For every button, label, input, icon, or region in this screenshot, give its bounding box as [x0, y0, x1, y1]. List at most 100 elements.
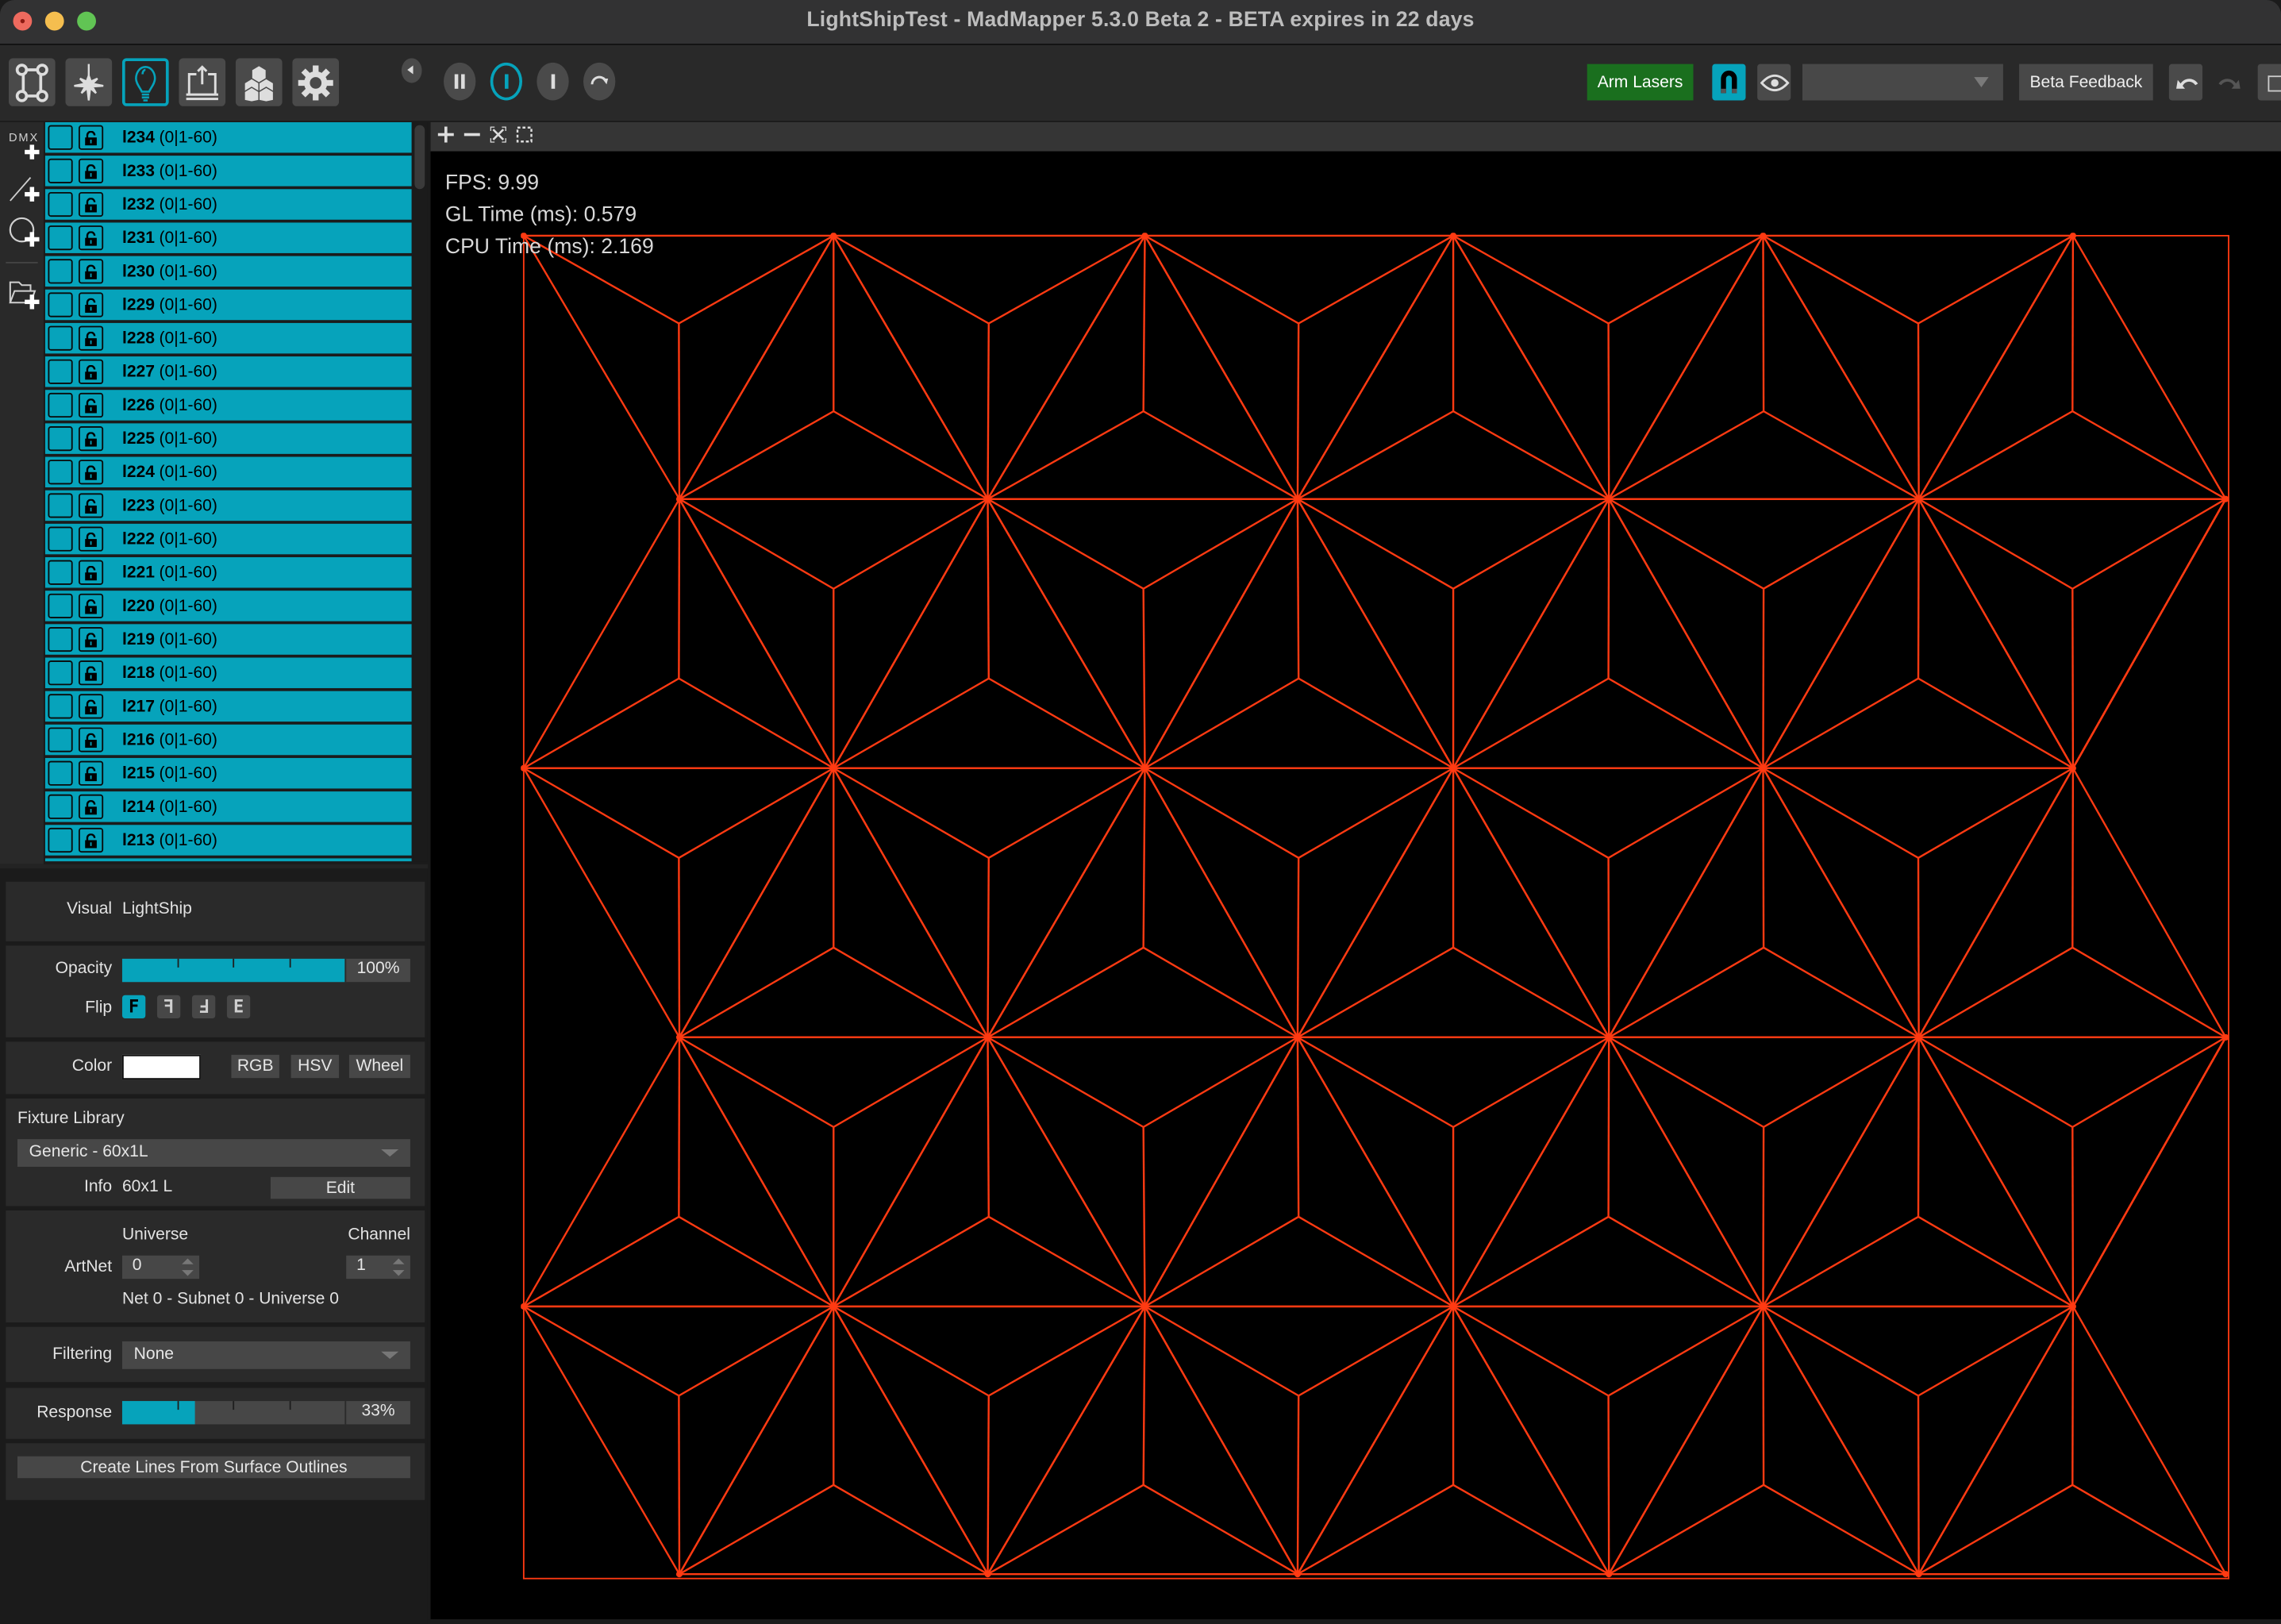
lock-toggle[interactable] — [79, 192, 103, 217]
fixture-list-item[interactable]: l228(0|1-60) — [45, 323, 412, 353]
zoom-in-button[interactable] — [437, 126, 456, 145]
preferences-mode-button[interactable] — [292, 58, 339, 106]
fixture-list-item[interactable]: l214(0|1-60) — [45, 791, 412, 822]
scrollbar-thumb[interactable] — [414, 125, 425, 190]
fixtures-mode-button[interactable] — [122, 58, 169, 106]
opacity-slider[interactable]: 100% — [122, 959, 410, 982]
loop-button[interactable] — [583, 63, 615, 101]
lock-toggle[interactable] — [79, 795, 103, 819]
lock-toggle[interactable] — [79, 159, 103, 183]
play-button[interactable] — [490, 63, 522, 101]
edit-fixture-button[interactable]: Edit — [271, 1177, 410, 1199]
lock-toggle[interactable] — [79, 259, 103, 283]
visibility-checkbox[interactable] — [48, 326, 72, 351]
fixture-list-item[interactable]: l227(0|1-60) — [45, 356, 412, 387]
hsv-mode-button[interactable]: HSV — [291, 1055, 339, 1078]
lock-toggle[interactable] — [79, 225, 103, 250]
fixture-list-item[interactable]: l215(0|1-60) — [45, 758, 412, 788]
stepper-down-icon[interactable] — [182, 1270, 194, 1276]
fit-view-button[interactable] — [489, 126, 508, 145]
filtering-dropdown[interactable]: None — [122, 1341, 410, 1369]
3d-objects-mode-button[interactable] — [236, 58, 283, 106]
universe-stepper[interactable]: 0 — [122, 1256, 199, 1279]
select-rect-button[interactable] — [515, 126, 534, 145]
fixture-list-item[interactable]: l229(0|1-60) — [45, 290, 412, 320]
visibility-checkbox[interactable] — [48, 125, 72, 150]
visibility-checkbox[interactable] — [48, 360, 72, 384]
lock-toggle[interactable] — [79, 694, 103, 718]
folder-add-button[interactable] — [6, 274, 44, 312]
lock-toggle[interactable] — [79, 426, 103, 451]
create-lines-button[interactable]: Create Lines From Surface Outlines — [17, 1457, 410, 1478]
visibility-checkbox[interactable] — [48, 426, 72, 451]
visibility-checkbox[interactable] — [48, 527, 72, 552]
visibility-checkbox[interactable] — [48, 727, 72, 752]
fixture-library-dropdown[interactable]: Generic - 60x1L — [17, 1139, 410, 1167]
fixture-list-item[interactable]: l222(0|1-60) — [45, 524, 412, 554]
pause-button[interactable] — [444, 63, 475, 101]
preview-toggle-button[interactable] — [1757, 64, 1791, 101]
visibility-checkbox[interactable] — [48, 795, 72, 819]
visibility-checkbox[interactable] — [48, 627, 72, 652]
rgb-mode-button[interactable]: RGB — [231, 1055, 279, 1078]
fixture-list-item[interactable]: l232(0|1-60) — [45, 189, 412, 219]
step-button[interactable] — [537, 63, 568, 101]
stepper-up-icon[interactable] — [182, 1258, 194, 1264]
visibility-checkbox[interactable] — [48, 493, 72, 518]
fixture-list-item[interactable]: l220(0|1-60) — [45, 591, 412, 621]
undo-button[interactable] — [2169, 64, 2202, 101]
output-mode-button[interactable] — [179, 58, 225, 106]
arm-lasers-button[interactable]: Arm Lasers — [1587, 64, 1694, 101]
visibility-checkbox[interactable] — [48, 694, 72, 718]
lock-toggle[interactable] — [79, 125, 103, 150]
stage-viewport[interactable]: FPS: 9.99 GL Time (ms): 0.579 CPU Time (… — [431, 152, 2281, 1619]
fixture-list-item[interactable]: l233(0|1-60) — [45, 156, 412, 186]
fixture-list-item[interactable]: l224(0|1-60) — [45, 457, 412, 487]
flip-option-2[interactable]: Ⅎ — [192, 995, 215, 1018]
lock-toggle[interactable] — [79, 560, 103, 585]
fixture-list-item[interactable]: l223(0|1-60) — [45, 491, 412, 521]
lock-toggle[interactable] — [79, 627, 103, 652]
fixture-list-item[interactable]: l226(0|1-60) — [45, 390, 412, 420]
collapse-panel-button[interactable] — [402, 58, 422, 83]
channel-stepper[interactable]: 1 — [346, 1256, 410, 1279]
lock-toggle[interactable] — [79, 660, 103, 685]
line-add-button[interactable] — [6, 169, 44, 207]
surfaces-mode-button[interactable] — [9, 58, 56, 106]
dmx-add-button[interactable]: DMX — [6, 128, 44, 166]
stepper-up-icon[interactable] — [393, 1258, 405, 1264]
flip-option-0[interactable]: F — [122, 995, 145, 1018]
laser-line-pattern[interactable] — [431, 152, 2281, 1619]
lock-toggle[interactable] — [79, 761, 103, 786]
lock-toggle[interactable] — [79, 727, 103, 752]
fixture-list-item[interactable] — [45, 858, 412, 861]
lock-toggle[interactable] — [79, 493, 103, 518]
color-swatch[interactable] — [122, 1055, 201, 1079]
visibility-checkbox[interactable] — [48, 828, 72, 852]
visibility-checkbox[interactable] — [48, 460, 72, 484]
response-slider[interactable]: 33% — [122, 1401, 410, 1424]
snap-magnet-button[interactable] — [1712, 64, 1745, 101]
lock-toggle[interactable] — [79, 360, 103, 384]
visibility-checkbox[interactable] — [48, 225, 72, 250]
visibility-checkbox[interactable] — [48, 159, 72, 183]
lock-toggle[interactable] — [79, 828, 103, 852]
visibility-checkbox[interactable] — [48, 393, 72, 418]
lock-toggle[interactable] — [79, 460, 103, 484]
visibility-checkbox[interactable] — [48, 660, 72, 685]
fixture-list-item[interactable]: l218(0|1-60) — [45, 657, 412, 687]
stepper-down-icon[interactable] — [393, 1270, 405, 1276]
lock-toggle[interactable] — [79, 527, 103, 552]
lock-toggle[interactable] — [79, 292, 103, 317]
flip-option-1[interactable]: ꟻ — [157, 995, 180, 1018]
fixture-list-item[interactable]: l221(0|1-60) — [45, 557, 412, 587]
visibility-checkbox[interactable] — [48, 560, 72, 585]
zoom-out-button[interactable] — [463, 126, 482, 145]
lock-toggle[interactable] — [79, 594, 103, 618]
output-select-dropdown[interactable] — [1802, 64, 2003, 101]
flip-option-3[interactable]: E — [227, 995, 250, 1018]
fixture-list-scrollbar[interactable] — [414, 122, 428, 861]
circle-add-button[interactable] — [6, 213, 44, 251]
visibility-checkbox[interactable] — [48, 192, 72, 217]
lock-toggle[interactable] — [79, 326, 103, 351]
